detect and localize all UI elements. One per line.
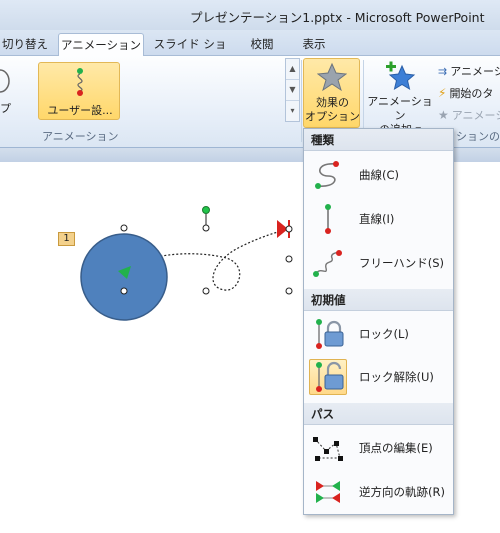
animation-pane-button[interactable]: ⇉ アニメーシ bbox=[438, 62, 500, 80]
section-header-default: 初期値 bbox=[304, 289, 453, 311]
trigger-button[interactable]: ⚡ 開始のタ bbox=[438, 84, 493, 102]
animation-pane-icon: ⇉ bbox=[438, 64, 448, 78]
tab-slideshow[interactable]: スライド ショー bbox=[150, 33, 230, 73]
effect-options-dropdown: 種類 曲線(C) 直線(I) フリーハンド(S) 初期値 ロック(L) ロック解… bbox=[303, 128, 454, 515]
gallery-item-label-partial: プ bbox=[0, 102, 11, 115]
animation-gallery-item-partial[interactable]: プ bbox=[0, 60, 18, 120]
window-title: プレゼンテーション1.pptx - Microsoft PowerPoint bbox=[190, 10, 485, 25]
add-animation-button[interactable]: アニメーション の追加 ▾ bbox=[366, 58, 434, 136]
menu-item-label: ロック(L) bbox=[359, 327, 409, 341]
reverse-path-icon bbox=[309, 474, 347, 510]
gallery-scroll-up-icon[interactable]: ▲ bbox=[286, 59, 299, 80]
custom-path-button[interactable]: ユーザー設... bbox=[38, 62, 120, 120]
menu-item-reverse-path[interactable]: 逆方向の軌跡(R) bbox=[308, 472, 449, 512]
lock-icon bbox=[309, 316, 347, 352]
menu-item-label: 曲線(C) bbox=[359, 168, 400, 182]
trigger-label: 開始のタ bbox=[449, 87, 494, 100]
group-separator bbox=[301, 60, 302, 142]
tab-view[interactable]: 表示 bbox=[292, 33, 336, 57]
edit-points-icon bbox=[309, 430, 347, 466]
tab-transitions[interactable]: 切り替え bbox=[0, 33, 50, 57]
star-icon bbox=[317, 62, 347, 92]
animation-painter-icon: ★ bbox=[438, 108, 449, 122]
menu-item-label: ロック解除(U) bbox=[359, 370, 434, 384]
menu-item-curve[interactable]: 曲線(C) bbox=[308, 155, 449, 195]
gallery-scroll-down-icon[interactable]: ▼ bbox=[286, 80, 299, 101]
lightning-icon: ⚡ bbox=[438, 86, 447, 100]
add-animation-star-icon bbox=[386, 61, 416, 91]
menu-item-line[interactable]: 直線(I) bbox=[308, 199, 449, 239]
gallery-scrollbar[interactable]: ▲ ▼ ▾ bbox=[285, 58, 300, 122]
custom-path-label: ユーザー設... bbox=[47, 104, 113, 117]
animation-painter-label: アニメーシ bbox=[451, 109, 500, 122]
menu-item-label: 頂点の編集(E) bbox=[359, 441, 433, 455]
animation-order-badge[interactable]: 1 bbox=[58, 232, 75, 246]
menu-item-unlock[interactable]: ロック解除(U) bbox=[308, 357, 449, 397]
circle-shape[interactable] bbox=[80, 233, 168, 321]
menu-item-freehand[interactable]: フリーハンド(S) bbox=[308, 243, 449, 283]
shape-outline-icon bbox=[0, 69, 10, 93]
custom-path-icon bbox=[77, 68, 83, 96]
section-header-path: パス bbox=[304, 403, 453, 425]
tab-review[interactable]: 校閲 bbox=[240, 33, 284, 57]
animation-pane-label: アニメーシ bbox=[450, 65, 500, 78]
section-header-type: 種類 bbox=[304, 129, 453, 151]
effect-options-label-line2: オプション bbox=[305, 110, 360, 123]
effect-options-label-line1: 効果の bbox=[316, 96, 349, 109]
freehand-path-icon bbox=[309, 245, 347, 281]
add-animation-label-line1: アニメーション bbox=[367, 95, 433, 122]
menu-item-label: フリーハンド(S) bbox=[359, 256, 445, 270]
menu-item-edit-points[interactable]: 頂点の編集(E) bbox=[308, 428, 449, 468]
tab-animations[interactable]: アニメーション bbox=[58, 33, 144, 57]
unlock-icon bbox=[309, 359, 347, 395]
ribbon-tab-bar: 切り替え アニメーション スライド ショー 校閲 表示 bbox=[0, 30, 500, 73]
animation-painter-button[interactable]: ★ アニメーシ bbox=[438, 106, 500, 124]
gallery-more-icon[interactable]: ▾ bbox=[286, 101, 299, 122]
menu-item-lock[interactable]: ロック(L) bbox=[308, 314, 449, 354]
rotation-handle[interactable] bbox=[202, 206, 210, 214]
effect-options-button[interactable]: 効果の オプション ▾ bbox=[303, 58, 360, 137]
curve-path-icon bbox=[309, 157, 347, 193]
group-label-animation: アニメーション bbox=[42, 130, 119, 143]
group-label-advanced-partial: ションの bbox=[456, 130, 500, 143]
menu-item-label: 直線(I) bbox=[359, 212, 395, 226]
title-bar: プレゼンテーション1.pptx - Microsoft PowerPoint bbox=[0, 0, 500, 30]
line-path-icon bbox=[309, 201, 347, 237]
menu-item-label: 逆方向の軌跡(R) bbox=[359, 485, 445, 499]
